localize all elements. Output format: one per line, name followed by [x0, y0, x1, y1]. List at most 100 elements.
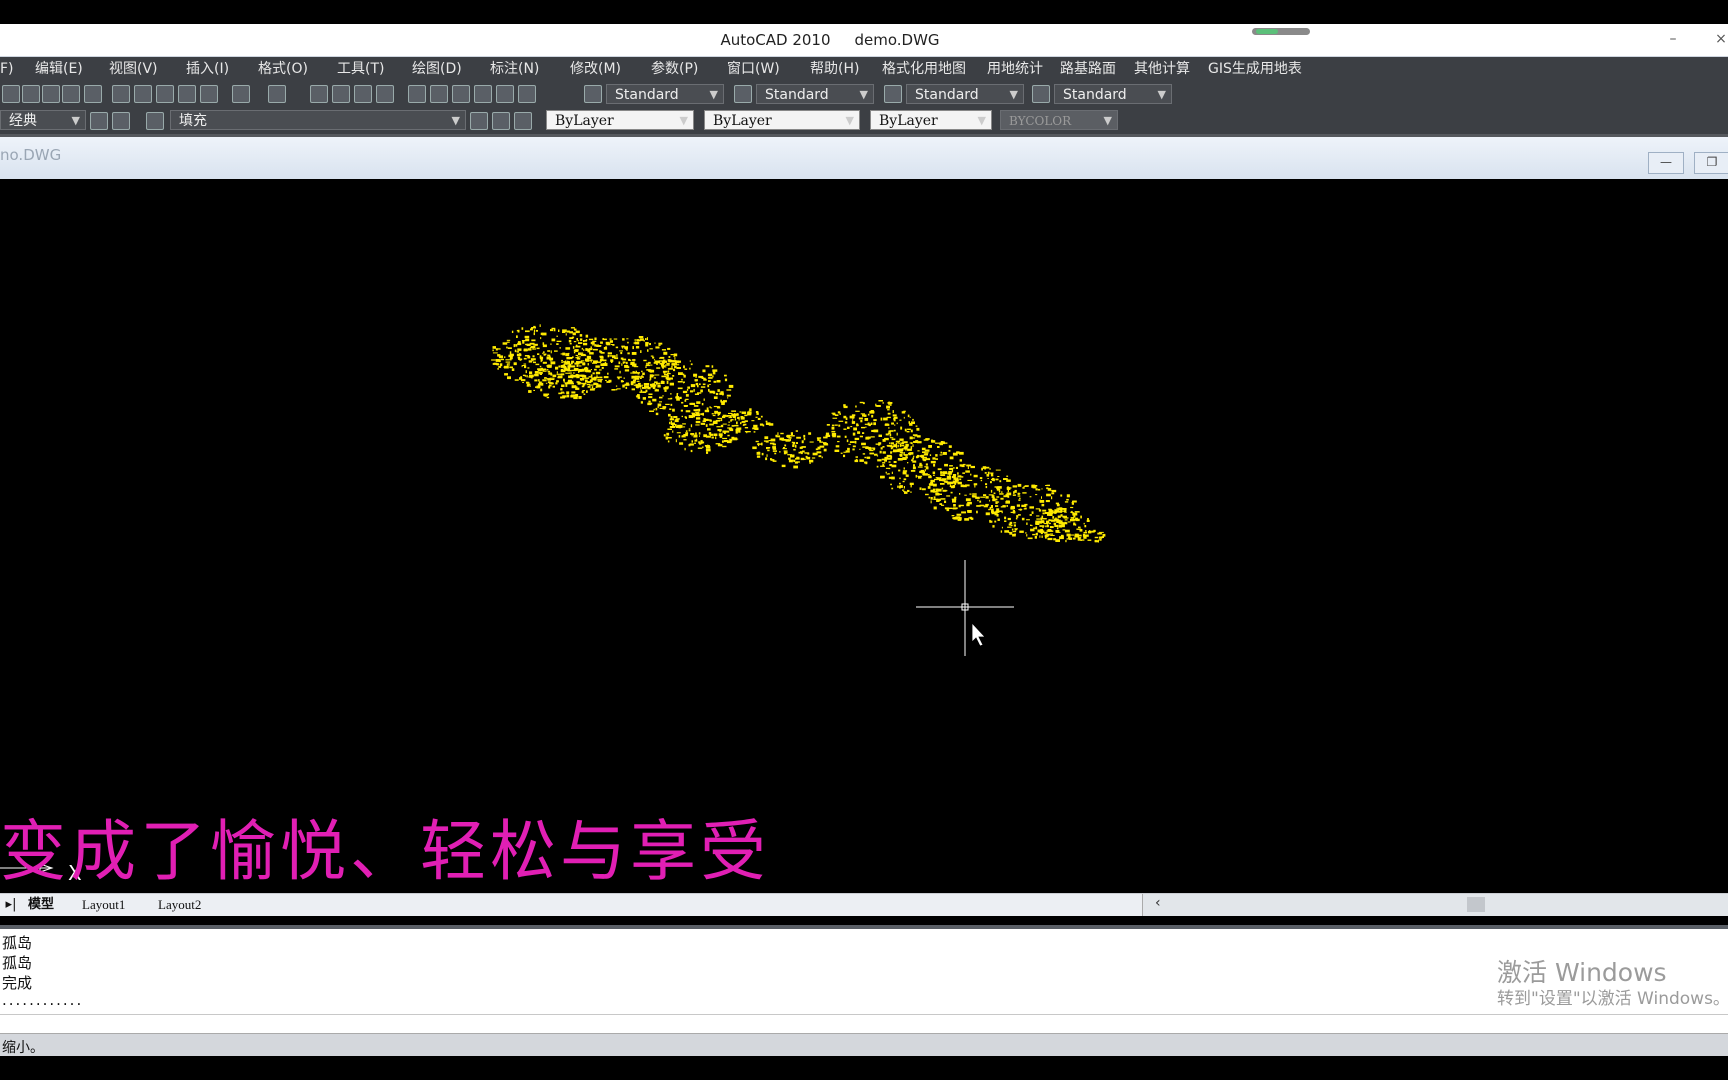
menu-gis-land-table[interactable]: GIS生成用地表 [1208, 57, 1302, 81]
hatch-speck [912, 457, 914, 460]
plot-icon[interactable] [42, 85, 60, 103]
command-window[interactable]: 孤岛 孤岛 完成 ............ [0, 925, 1728, 1037]
hatch-speck [959, 478, 962, 481]
hatch-speck [891, 476, 895, 480]
color-select[interactable]: ByLayer ▼ [546, 110, 694, 130]
zoom-window-icon[interactable] [354, 85, 372, 103]
minimize-button[interactable]: – [1656, 24, 1690, 56]
copy-icon[interactable] [112, 85, 130, 103]
block-editor-icon[interactable] [178, 85, 196, 103]
hatch-speck [1042, 518, 1047, 520]
drawing-canvas[interactable]: X [0, 180, 1728, 893]
publish-icon[interactable] [62, 85, 80, 103]
hatch-speck [936, 488, 942, 492]
match-properties-icon[interactable] [156, 85, 174, 103]
hatch-speck [930, 497, 933, 500]
menu-insert[interactable]: 插入(I) [186, 57, 229, 81]
workspace-toolbar-icon[interactable] [112, 112, 130, 130]
linetype-select[interactable]: ByLayer ▼ [704, 110, 860, 130]
hatch-speck [933, 506, 937, 510]
menu-edit[interactable]: 编辑(E) [35, 57, 83, 81]
design-center-icon[interactable] [430, 85, 448, 103]
tool-palettes-icon[interactable] [452, 85, 470, 103]
pan-icon[interactable] [310, 85, 328, 103]
zoom-previous-icon[interactable] [376, 85, 394, 103]
tab-layout2[interactable]: Layout2 [158, 894, 201, 916]
menu-land-stats[interactable]: 用地统计 [987, 57, 1043, 81]
hatch-speck [567, 369, 572, 372]
text-style-icon[interactable] [584, 85, 602, 103]
cut-icon[interactable] [84, 85, 102, 103]
lineweight-select[interactable]: ByLayer ▼ [870, 110, 992, 130]
menu-help[interactable]: 帮助(H) [810, 57, 859, 81]
open-icon[interactable] [2, 85, 20, 103]
layer-select[interactable]: 填充 ▼ [170, 110, 466, 130]
tab-nav-icon[interactable]: ▸| [3, 894, 19, 916]
calculator-icon[interactable] [496, 85, 514, 103]
workspace-select[interactable]: 经典 ▼ [0, 110, 86, 130]
menu-draw[interactable]: 绘图(D) [412, 57, 462, 81]
hatch-speck [961, 511, 966, 514]
tab-layout1[interactable]: Layout1 [82, 894, 125, 916]
text-style-select[interactable]: Standard ▼ [606, 84, 724, 104]
horizontal-scrollbar[interactable]: ‹ [1142, 894, 1728, 916]
dim-style-select[interactable]: Standard ▼ [756, 84, 874, 104]
hatch-speck [722, 430, 727, 433]
layer-manager-icon[interactable] [146, 112, 164, 130]
menu-dimension[interactable]: 标注(N) [490, 57, 539, 81]
menu-format[interactable]: 格式(O) [258, 57, 308, 81]
hatch-speck [712, 414, 716, 417]
hatch-speck [893, 461, 897, 463]
workspace-settings-icon[interactable] [90, 112, 108, 130]
menu-window[interactable]: 窗口(W) [727, 57, 780, 81]
sheet-set-icon[interactable] [474, 85, 492, 103]
redo-icon[interactable] [268, 85, 286, 103]
doc-minimize-button[interactable]: — [1648, 152, 1684, 174]
refresh-icon[interactable] [200, 85, 218, 103]
tab-model[interactable]: 模型 [28, 894, 54, 916]
hatch-speck [552, 385, 555, 388]
hatch-speck [703, 378, 707, 381]
menu-file[interactable]: F) [0, 57, 14, 81]
table-style-select[interactable]: Standard ▼ [906, 84, 1024, 104]
menu-format-map[interactable]: 格式化用地图 [882, 57, 966, 81]
scrollbar-thumb[interactable] [1467, 897, 1485, 912]
hatch-speck [1029, 496, 1032, 498]
hatch-speck [717, 429, 722, 432]
hatch-speck [1054, 524, 1059, 527]
zoom-realtime-icon[interactable] [332, 85, 350, 103]
dim-style-icon[interactable] [734, 85, 752, 103]
layer-previous-icon[interactable] [492, 112, 510, 130]
hatch-speck [710, 407, 713, 409]
menu-view[interactable]: 视图(V) [109, 57, 158, 81]
hatch-speck [591, 378, 593, 381]
hatch-speck [722, 423, 727, 425]
hatch-speck [581, 368, 585, 372]
hatch-speck [538, 371, 543, 374]
properties-icon[interactable] [408, 85, 426, 103]
hatch-speck [568, 339, 572, 343]
paste-icon[interactable] [134, 85, 152, 103]
multileader-style-select[interactable]: Standard ▼ [1054, 84, 1172, 104]
hatch-speck [542, 344, 547, 348]
hatch-speck [716, 411, 721, 414]
table-style-icon[interactable] [884, 85, 902, 103]
menu-roadbed[interactable]: 路基路面 [1060, 57, 1116, 81]
close-button[interactable]: × [1704, 24, 1728, 56]
undo-icon[interactable] [232, 85, 250, 103]
menu-parametric[interactable]: 参数(P) [651, 57, 698, 81]
multileader-style-icon[interactable] [1032, 85, 1050, 103]
hatch-speck [622, 347, 624, 349]
help-icon[interactable] [518, 85, 536, 103]
hatch-speck [640, 389, 643, 392]
hatch-speck [959, 451, 964, 455]
scroll-left-icon[interactable]: ‹ [1155, 895, 1161, 911]
menu-modify[interactable]: 修改(M) [570, 57, 621, 81]
make-layer-current-icon[interactable] [470, 112, 488, 130]
layer-state-icon[interactable] [514, 112, 532, 130]
hatch-speck [724, 415, 727, 417]
menu-other-calc[interactable]: 其他计算 [1134, 57, 1190, 81]
doc-restore-button[interactable]: ❐ [1694, 152, 1728, 174]
menu-tools[interactable]: 工具(T) [337, 57, 384, 81]
save-icon[interactable] [22, 85, 40, 103]
